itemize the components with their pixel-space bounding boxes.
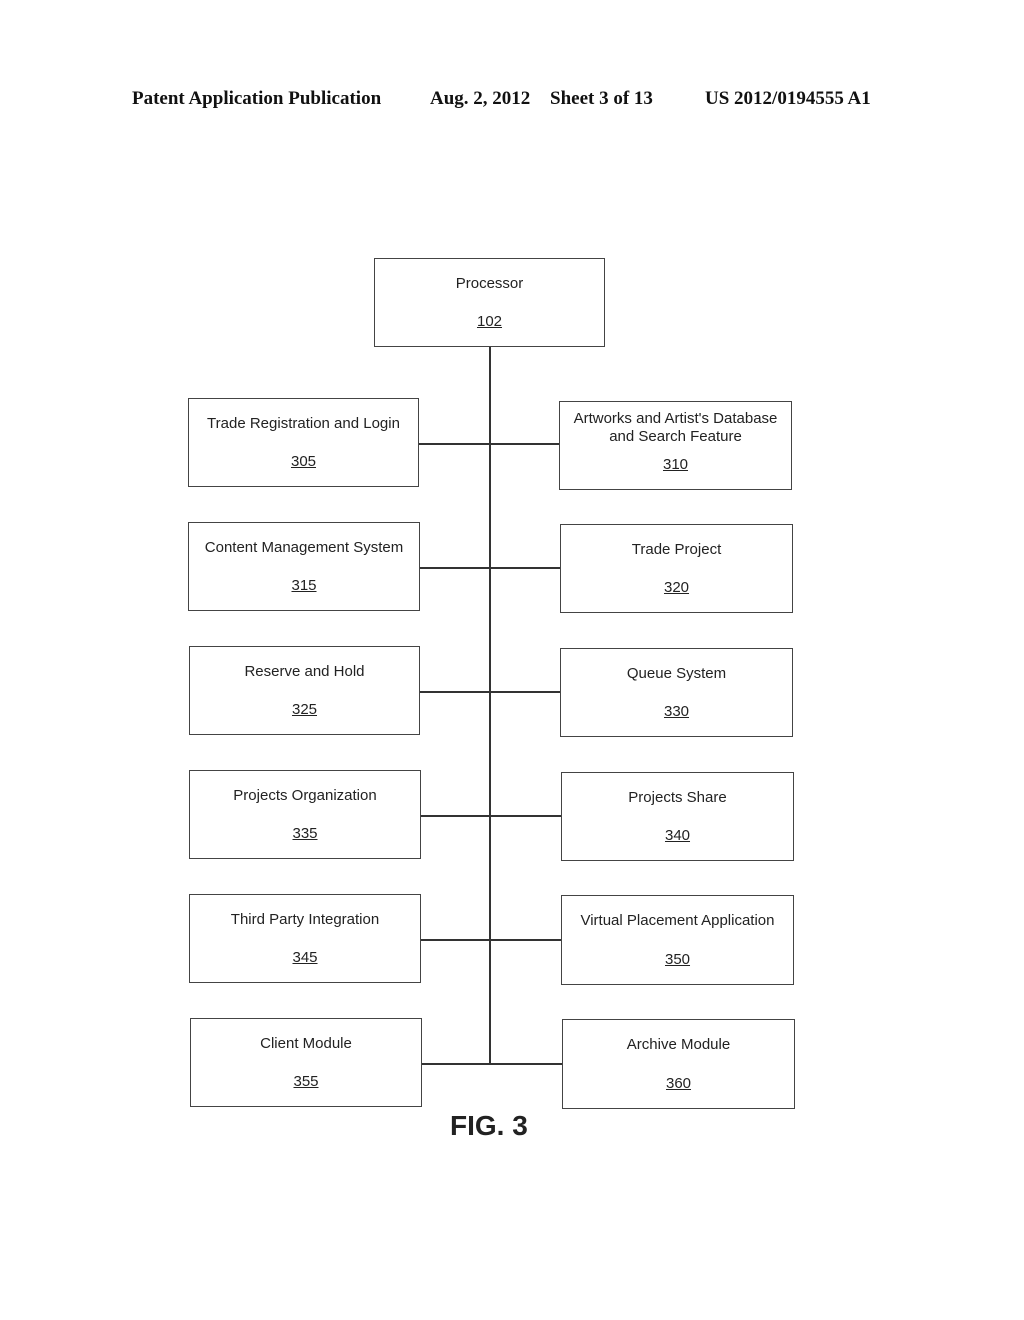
patent-header: Patent Application Publication Aug. 2, 2… (0, 88, 1024, 114)
patent-number: US 2012/0194555 A1 (705, 88, 871, 109)
box-ref: 360 (665, 1075, 692, 1092)
box-label: Projects Organization (233, 787, 377, 804)
module-box-350: Virtual Placement Application 350 (561, 895, 794, 985)
box-label: Projects Share (628, 789, 727, 806)
box-ref: 335 (292, 825, 318, 842)
box-label: Virtual Placement Application (580, 912, 775, 929)
module-box-335: Projects Organization 335 (189, 770, 421, 859)
box-ref: 330 (663, 703, 690, 720)
connector-line (421, 939, 562, 941)
box-label: Archive Module (626, 1036, 731, 1053)
module-box-315: Content Management System 315 (188, 522, 420, 611)
module-box-330: Queue System 330 (560, 648, 793, 737)
box-ref: 102 (476, 313, 503, 330)
publication-title: Patent Application Publication (132, 88, 382, 109)
box-ref: 320 (663, 579, 690, 596)
connector-line (419, 443, 560, 445)
box-label: Content Management System (204, 539, 404, 556)
box-label: Processor (455, 275, 524, 292)
box-label: Artworks and Artist's Database and Searc… (573, 410, 778, 445)
connector-line (420, 567, 561, 569)
box-ref: 305 (290, 453, 317, 470)
box-label: Client Module (260, 1035, 352, 1052)
box-ref: 325 (291, 701, 318, 718)
box-label: Trade Project (631, 541, 722, 558)
box-ref: 345 (292, 949, 318, 966)
figure-label: FIG. 3 (450, 1110, 528, 1141)
box-label: Reserve and Hold (244, 663, 365, 680)
module-box-320: Trade Project 320 (560, 524, 793, 613)
connector-line (422, 1063, 563, 1065)
module-box-355: Client Module 355 (190, 1018, 422, 1107)
module-box-325: Reserve and Hold 325 (189, 646, 420, 735)
connector-line (420, 691, 561, 693)
box-label: Third Party Integration (230, 911, 380, 928)
connector-line (421, 815, 562, 817)
box-ref: 355 (293, 1073, 319, 1090)
box-ref: 340 (664, 827, 691, 844)
module-box-305: Trade Registration and Login 305 (188, 398, 419, 487)
box-ref: 315 (291, 577, 317, 594)
box-label: Trade Registration and Login (207, 415, 400, 432)
box-ref: 310 (662, 456, 689, 473)
module-box-310: Artworks and Artist's Database and Searc… (559, 401, 792, 490)
module-box-340: Projects Share 340 (561, 772, 794, 861)
box-label: Queue System (626, 665, 727, 682)
processor-box: Processor 102 (374, 258, 605, 347)
module-box-345: Third Party Integration 345 (189, 894, 421, 983)
sheet-number: Sheet 3 of 13 (550, 88, 653, 109)
box-ref: 350 (664, 951, 691, 968)
publication-date: Aug. 2, 2012 (430, 88, 531, 109)
module-box-360: Archive Module 360 (562, 1019, 795, 1109)
vertical-bus-line (489, 347, 491, 1063)
